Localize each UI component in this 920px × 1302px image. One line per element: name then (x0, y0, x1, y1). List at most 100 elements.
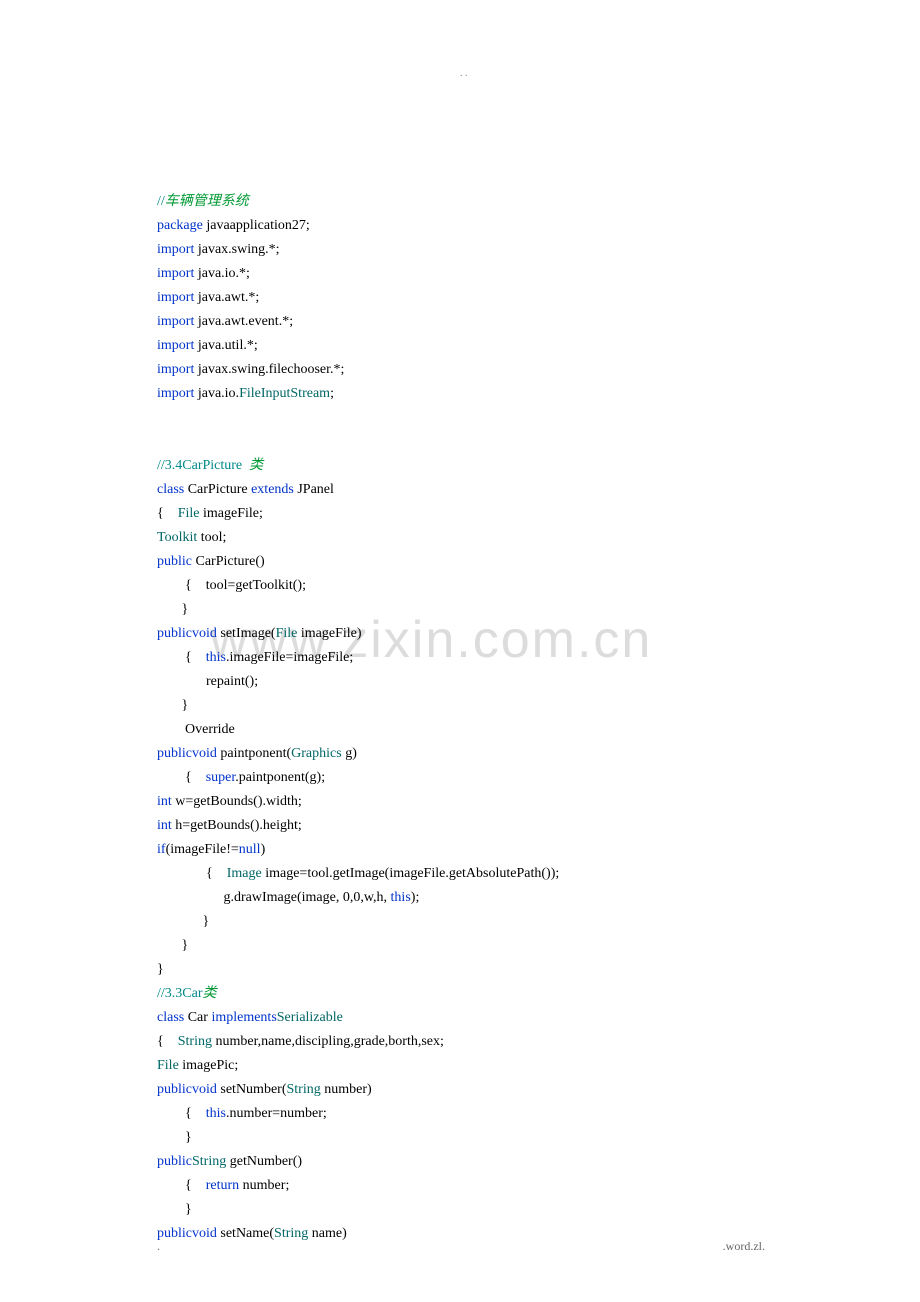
code-text: Override (157, 722, 235, 737)
code-text: h=getBounds().height; (172, 818, 302, 833)
code-text: image=tool.getImage(imageFile.getAbsolut… (262, 866, 560, 881)
keyword: public (157, 626, 192, 641)
comment-text: 类 (249, 458, 263, 473)
keyword: this (206, 1106, 226, 1121)
code-text: tool; (197, 530, 226, 545)
code-text: .number=number; (226, 1106, 327, 1121)
code-text: java.io. (194, 386, 239, 401)
code-text: name) (308, 1226, 346, 1241)
code-text: { (157, 1178, 206, 1193)
keyword: class (157, 482, 184, 497)
type: File (157, 1058, 179, 1073)
code-text: { (157, 866, 227, 881)
keyword: public (157, 1154, 192, 1169)
type: FileInputStream (239, 386, 330, 401)
code-text: { (157, 1034, 178, 1049)
code-text: } (157, 1130, 192, 1145)
keyword: int (157, 794, 172, 809)
code-text: { (157, 770, 206, 785)
code-text: javaapplication27; (203, 218, 310, 233)
code-text: java.util.*; (194, 338, 257, 353)
code-text: { tool=getToolkit(); (157, 578, 306, 593)
page: . . www.zixin.com.cn //车辆管理系统 package ja… (0, 0, 920, 1302)
code-text: setImage( (217, 626, 276, 641)
type: String (192, 1154, 226, 1169)
comment: //3.4CarPicture (157, 458, 242, 473)
keyword: implements (211, 1010, 276, 1025)
code-text: CarPicture() (192, 554, 265, 569)
code-text: } (157, 602, 188, 617)
code-text: repaint(); (157, 674, 258, 689)
keyword: import (157, 314, 194, 329)
type: File (178, 506, 200, 521)
code-text: { (157, 650, 206, 665)
code-text: java.io.*; (194, 266, 250, 281)
code-text: { (157, 1106, 206, 1121)
type: File (276, 626, 298, 641)
keyword: import (157, 290, 194, 305)
keyword: public (157, 1226, 192, 1241)
keyword: class (157, 1010, 184, 1025)
code-text: g.drawImage(image, 0,0,w,h, (157, 890, 391, 905)
code-text: (imageFile!= (166, 842, 239, 857)
keyword: void (192, 626, 217, 641)
code-text: } (157, 698, 188, 713)
code-text: number) (321, 1082, 372, 1097)
comment: //3.3Car (157, 986, 203, 1001)
code-text: ) (261, 842, 266, 857)
keyword: int (157, 818, 172, 833)
code-block: //车辆管理系统 package javaapplication27; impo… (0, 70, 920, 1246)
code-text: g) (342, 746, 357, 761)
code-text: javax.swing.*; (194, 242, 279, 257)
code-text: setName( (217, 1226, 274, 1241)
keyword: void (192, 1226, 217, 1241)
code-text: java.awt.event.*; (194, 314, 293, 329)
code-text: JPanel (294, 482, 334, 497)
keyword: public (157, 554, 192, 569)
type: String (286, 1082, 320, 1097)
keyword: super (206, 770, 236, 785)
code-text: imageFile) (297, 626, 361, 641)
keyword: public (157, 1082, 192, 1097)
code-text: Car (184, 1010, 211, 1025)
keyword: import (157, 242, 194, 257)
code-text: number,name,discipling,grade,borth,sex; (212, 1034, 444, 1049)
type: String (274, 1226, 308, 1241)
keyword: import (157, 386, 194, 401)
keyword: public (157, 746, 192, 761)
keyword: extends (251, 482, 294, 497)
code-text: imageFile; (200, 506, 263, 521)
code-text: } (157, 914, 209, 929)
code-text: imagePic; (179, 1058, 239, 1073)
keyword: void (192, 746, 217, 761)
code-text: javax.swing.filechooser.*; (194, 362, 344, 377)
code-text: getNumber() (226, 1154, 302, 1169)
code-text: setNumber( (217, 1082, 287, 1097)
code-text: w=getBounds().width; (172, 794, 302, 809)
code-text: paintponent( (217, 746, 291, 761)
code-text: number; (239, 1178, 289, 1193)
keyword: return (206, 1178, 239, 1193)
comment: // (157, 194, 165, 209)
code-text: ; (330, 386, 334, 401)
comment-text: 车辆管理系统 (165, 194, 249, 209)
type: Toolkit (157, 530, 197, 545)
code-text: } (157, 938, 188, 953)
code-text: .paintponent(g); (235, 770, 325, 785)
type: String (178, 1034, 212, 1049)
code-text: } (157, 962, 164, 977)
type: Image (227, 866, 262, 881)
keyword: package (157, 218, 203, 233)
code-text: ); (411, 890, 420, 905)
type: Serializable (277, 1010, 343, 1025)
keyword: import (157, 338, 194, 353)
keyword: import (157, 362, 194, 377)
code-text: CarPicture (184, 482, 251, 497)
code-text: .imageFile=imageFile; (226, 650, 353, 665)
keyword: this (206, 650, 226, 665)
keyword: import (157, 266, 194, 281)
code-text: java.awt.*; (194, 290, 259, 305)
keyword: if (157, 842, 166, 857)
code-text: { (157, 506, 178, 521)
keyword: this (391, 890, 411, 905)
